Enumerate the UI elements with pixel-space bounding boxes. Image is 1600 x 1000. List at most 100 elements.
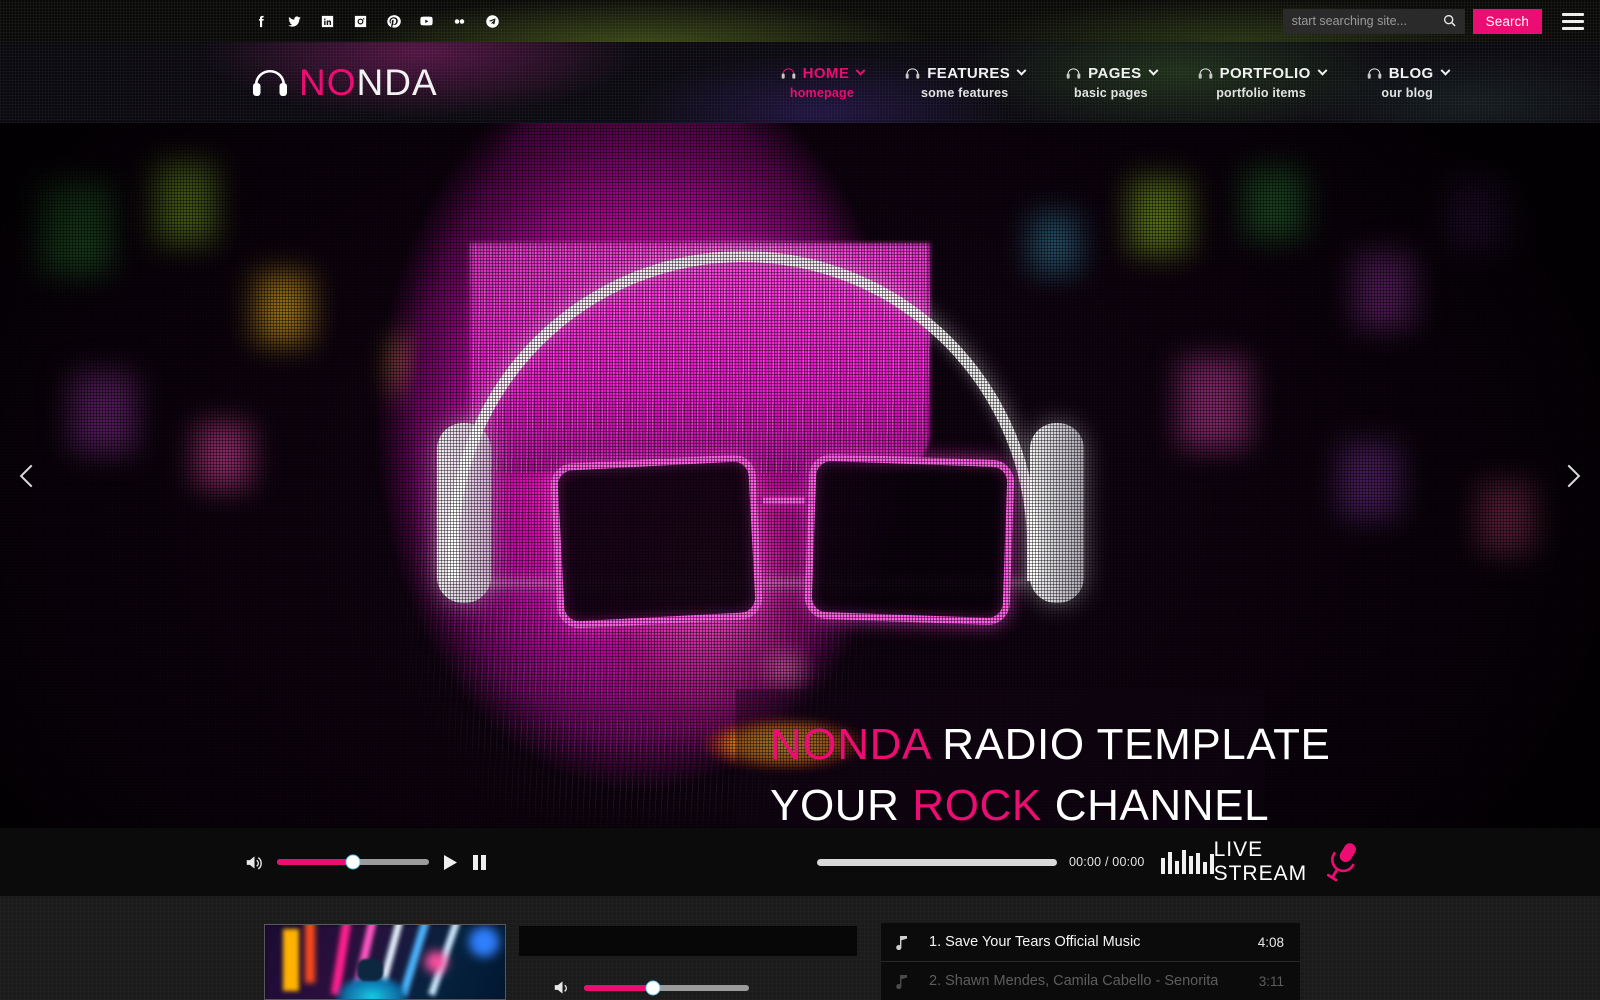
main-nav: HOME homepage FEATURES some features PAG… bbox=[760, 65, 1469, 100]
search-icon[interactable] bbox=[1442, 13, 1458, 29]
social-links bbox=[252, 12, 501, 30]
volume-fill bbox=[277, 859, 353, 865]
nav-item-pages[interactable]: PAGES basic pages bbox=[1045, 65, 1176, 100]
player-progress-group: 00:00 / 00:00 bbox=[817, 850, 1214, 874]
nav-item-blog[interactable]: BLOG our blog bbox=[1346, 65, 1469, 100]
pinterest-icon[interactable] bbox=[384, 12, 402, 30]
nav-item-features[interactable]: FEATURES some features bbox=[884, 65, 1045, 100]
music-note-icon bbox=[895, 974, 909, 989]
chevron-down-icon bbox=[1317, 65, 1328, 76]
telegram-icon[interactable] bbox=[483, 12, 501, 30]
chevron-down-icon bbox=[1016, 65, 1027, 76]
nav-label: PORTFOLIO bbox=[1219, 65, 1311, 82]
music-note-icon bbox=[895, 935, 909, 950]
twitter-icon[interactable] bbox=[285, 12, 303, 30]
volume-slider[interactable] bbox=[584, 980, 749, 995]
progress-bar[interactable] bbox=[817, 858, 1057, 866]
prev-slide-arrow[interactable] bbox=[10, 455, 52, 497]
search-button[interactable]: Search bbox=[1472, 8, 1542, 34]
lens-right bbox=[804, 453, 1015, 626]
microphone-icon[interactable] bbox=[1319, 839, 1365, 885]
hero-slider: NONDA RADIO TEMPLATE YOUR ROCK CHANNEL bbox=[0, 123, 1600, 828]
equalizer-visualizer bbox=[1160, 850, 1214, 874]
chevron-down-icon bbox=[1440, 65, 1451, 76]
player-volume-group bbox=[245, 854, 487, 871]
nav-item-home[interactable]: HOME homepage bbox=[760, 65, 885, 100]
headphones-icon bbox=[780, 67, 797, 80]
flickr-icon[interactable] bbox=[450, 12, 468, 30]
equalizer-bar bbox=[1181, 850, 1186, 874]
nav-sublabel: basic pages bbox=[1073, 86, 1148, 100]
burger-bar bbox=[1562, 19, 1584, 23]
search-field[interactable] bbox=[1282, 8, 1465, 34]
speaker-icon[interactable] bbox=[553, 979, 572, 996]
hero-headline-2-pink: ROCK bbox=[912, 780, 1042, 828]
live-stream-label: LIVE STREAM bbox=[1213, 838, 1308, 885]
next-slide-arrow[interactable] bbox=[1548, 455, 1590, 497]
bottom-section bbox=[0, 896, 1600, 1000]
nav-item-portfolio[interactable]: PORTFOLIO portfolio items bbox=[1177, 65, 1346, 100]
hero-headline-2-pre: YOUR bbox=[770, 780, 913, 828]
headphones-icon bbox=[1366, 67, 1383, 80]
nav-label: PAGES bbox=[1088, 65, 1142, 82]
track-info-panel bbox=[519, 926, 857, 956]
hamburger-menu-icon[interactable] bbox=[1562, 12, 1584, 30]
burger-bar bbox=[1562, 12, 1584, 16]
logo-text: NONDA bbox=[299, 64, 438, 101]
headphones-icon bbox=[904, 67, 921, 80]
track-title: 1. Save Your Tears Official Music bbox=[929, 934, 1141, 950]
search-input[interactable] bbox=[1282, 8, 1465, 34]
playlist: 1. Save Your Tears Official Music 4:08 2… bbox=[881, 923, 1300, 1000]
speaker-icon[interactable] bbox=[245, 854, 264, 871]
nav-item-top: PAGES bbox=[1065, 65, 1159, 82]
logo[interactable]: NONDA bbox=[250, 64, 438, 101]
nav-item-top: BLOG bbox=[1366, 65, 1451, 82]
instagram-icon[interactable] bbox=[351, 12, 369, 30]
site-header: NONDA HOME homepage FEATURES some featur… bbox=[0, 42, 1600, 123]
page-root: Search NONDA HOME homepage bbox=[0, 0, 1600, 1000]
track-title: 2. Shawn Mendes, Camila Cabello - Senori… bbox=[929, 973, 1219, 989]
volume-knob[interactable] bbox=[345, 854, 361, 870]
equalizer-bar bbox=[1188, 856, 1193, 874]
track-row[interactable]: 2. Shawn Mendes, Camila Cabello - Senori… bbox=[881, 962, 1300, 1000]
pause-button[interactable] bbox=[472, 854, 487, 871]
track-duration: 3:11 bbox=[1258, 973, 1284, 989]
play-button[interactable] bbox=[442, 854, 459, 871]
nav-sublabel: our blog bbox=[1381, 86, 1433, 100]
youtube-icon[interactable] bbox=[417, 12, 435, 30]
headphones-icon bbox=[1065, 67, 1082, 80]
volume-fill bbox=[584, 984, 654, 991]
nav-sublabel: some features bbox=[921, 86, 1009, 100]
album-art-thumbnail[interactable] bbox=[264, 924, 506, 1000]
volume-slider[interactable] bbox=[277, 854, 429, 870]
glasses-bridge bbox=[763, 497, 805, 504]
hero-headline-1-pink: NONDA bbox=[770, 720, 930, 769]
volume-knob[interactable] bbox=[645, 980, 661, 995]
linkedin-icon[interactable] bbox=[318, 12, 336, 30]
nav-item-top: HOME bbox=[780, 65, 866, 82]
nav-label: HOME bbox=[802, 65, 850, 82]
sunglasses bbox=[548, 453, 1018, 633]
logo-text-pink: NO bbox=[299, 62, 357, 103]
hero-caption: NONDA RADIO TEMPLATE YOUR ROCK CHANNEL bbox=[736, 689, 1330, 828]
live-stream-group[interactable]: LIVE STREAM bbox=[1214, 838, 1366, 886]
hero-headline-1-white: RADIO TEMPLATE bbox=[929, 720, 1331, 769]
equalizer-bar bbox=[1160, 858, 1165, 874]
chevron-left-icon bbox=[19, 464, 43, 487]
track-duration: 4:08 bbox=[1257, 934, 1284, 950]
site-search: Search bbox=[1282, 8, 1542, 34]
equalizer-bar bbox=[1167, 852, 1172, 874]
album-art-image bbox=[265, 925, 505, 999]
logo-text-white: NDA bbox=[356, 62, 438, 103]
nav-item-top: PORTFOLIO bbox=[1197, 65, 1328, 82]
track-row[interactable]: 1. Save Your Tears Official Music 4:08 bbox=[881, 923, 1300, 962]
equalizer-bar bbox=[1174, 861, 1179, 874]
player-bar: 00:00 / 00:00 LIVE STREAM bbox=[0, 828, 1600, 896]
headphones-icon bbox=[1197, 67, 1214, 80]
headphone-cup-right bbox=[1030, 423, 1084, 603]
top-bar: Search bbox=[0, 0, 1600, 42]
facebook-icon[interactable] bbox=[252, 12, 270, 30]
hero-headline-2-post: CHANNEL bbox=[1041, 780, 1270, 828]
equalizer-bar bbox=[1195, 853, 1200, 874]
secondary-volume-group bbox=[553, 979, 749, 996]
